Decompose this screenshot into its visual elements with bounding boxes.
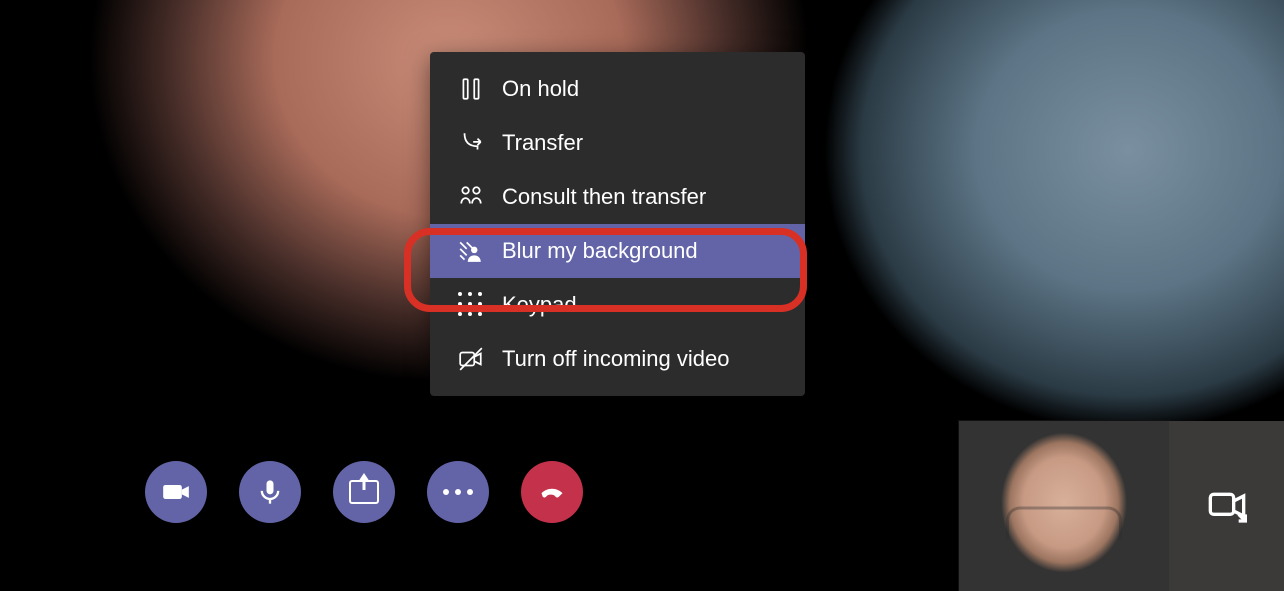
blur-background-icon [458,238,484,264]
menu-item-label: Transfer [502,130,583,156]
keypad-icon [458,292,484,318]
menu-item-turn-off-incoming-video[interactable]: Turn off incoming video [430,332,805,386]
camera-button[interactable] [145,461,207,523]
microphone-button[interactable] [239,461,301,523]
menu-item-label: Keypad [502,292,577,318]
self-view-video[interactable] [959,421,1169,591]
popout-video-icon [1207,486,1247,526]
more-actions-menu: On hold Transfer Consult then transfer B… [430,52,805,396]
share-screen-icon [349,480,379,504]
ellipsis-icon [443,489,473,495]
menu-item-label: On hold [502,76,579,102]
menu-item-blur-background[interactable]: Blur my background [430,224,805,278]
menu-item-transfer[interactable]: Transfer [430,116,805,170]
more-actions-button[interactable] [427,461,489,523]
call-toolbar [145,461,583,523]
pause-icon [458,76,484,102]
menu-item-label: Consult then transfer [502,184,706,210]
video-off-icon [458,346,484,372]
share-screen-button[interactable] [333,461,395,523]
pip-popout-button[interactable] [1169,421,1284,591]
menu-item-label: Turn off incoming video [502,346,729,372]
menu-item-on-hold[interactable]: On hold [430,62,805,116]
hangup-button[interactable] [521,461,583,523]
menu-item-consult-transfer[interactable]: Consult then transfer [430,170,805,224]
transfer-icon [458,130,484,156]
menu-item-label: Blur my background [502,238,698,264]
consult-transfer-icon [458,184,484,210]
menu-item-keypad[interactable]: Keypad [430,278,805,332]
